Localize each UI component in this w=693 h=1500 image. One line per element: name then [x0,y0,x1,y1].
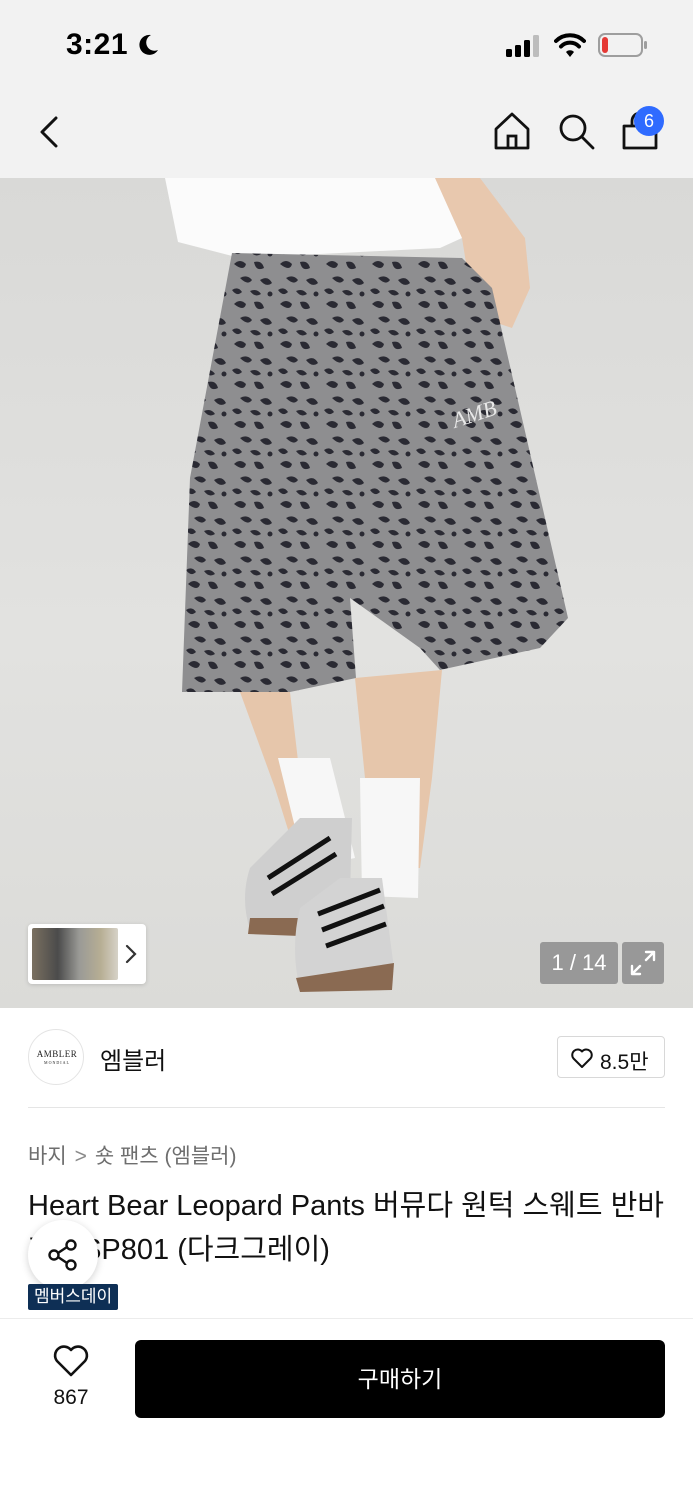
wifi-icon [554,33,586,57]
divider [28,1107,665,1108]
home-icon[interactable] [491,110,533,152]
chevron-right-icon[interactable] [124,942,138,966]
member-day-tag: 멤버스데이 [28,1284,119,1310]
brand-logo-subtext: MONDIAL [44,1060,70,1065]
wishlist-button[interactable]: 867 [30,1340,112,1420]
cart-count-badge: 6 [634,106,664,136]
thumbnail-strip[interactable] [28,924,146,984]
image-counter: 1 / 14 [540,942,618,984]
search-icon[interactable] [555,110,597,152]
brand-logo-text: AMBLER [36,1049,78,1059]
brand-name[interactable]: 엠블러 [100,1041,166,1076]
nav-bar [0,90,693,178]
heart-outline-icon [53,1345,89,1377]
status-bar: 3:21 [0,0,693,90]
thumbnail-image[interactable] [32,928,118,980]
share-icon [48,1239,77,1271]
status-time: 3:21 [66,28,129,61]
wishlist-count: 867 [53,1386,89,1409]
brand-like-count: 8.5만 [600,1051,649,1074]
product-title: Heart Bear Leopard Pants 버뮤다 원턱 스웨트 반바지 … [28,1190,664,1266]
heart-outline-icon [571,1048,593,1068]
brand-logo[interactable]: AMBLER MONDIAL [28,1029,84,1085]
moon-icon [139,34,158,55]
product-image[interactable]: AMB [0,178,693,1008]
breadcrumb-separator: > [74,1145,87,1168]
product-photo: AMB [165,178,568,992]
breadcrumb-item-pants[interactable]: 바지 [28,1145,67,1168]
buy-button[interactable]: 구매하기 [135,1340,665,1418]
signal-icon [506,35,539,57]
breadcrumb-item-shorts[interactable]: 숏 팬츠 (엠블러) [95,1145,237,1168]
share-button[interactable] [28,1220,98,1290]
back-arrow-icon[interactable] [32,112,68,152]
battery-low-icon [598,33,647,57]
breadcrumb: 바지 > 숏 팬츠 (엠블러) [28,1140,236,1170]
expand-icon[interactable] [622,942,664,984]
brand-like-button[interactable]: 8.5만 [557,1036,665,1078]
